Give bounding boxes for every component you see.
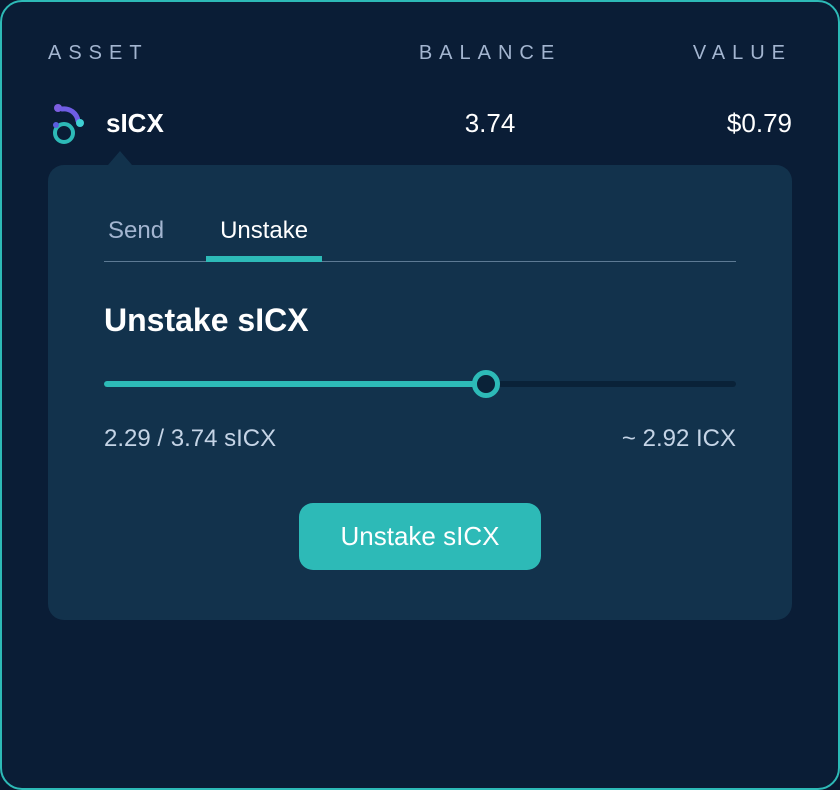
asset-panel: ASSET BALANCE VALUE sICX 3.74 $0.79 Send (0, 0, 840, 790)
tabs: Send Unstake (104, 205, 736, 262)
asset-balance: 3.74 (368, 108, 612, 139)
table-header: ASSET BALANCE VALUE (48, 42, 792, 65)
unstake-button[interactable]: Unstake sICX (299, 503, 542, 570)
slider-values: 2.29 / 3.74 sICX ~ 2.92 ICX (104, 425, 736, 453)
expand-arrow (108, 151, 792, 165)
amount-slider[interactable] (104, 369, 736, 399)
asset-name: sICX (106, 108, 164, 139)
equivalent-amount: ~ 2.92 ICX (622, 425, 736, 453)
tab-unstake[interactable]: Unstake (216, 205, 312, 261)
asset-value: $0.79 (612, 108, 792, 139)
expand-card: Send Unstake Unstake sICX 2.29 / 3.74 sI… (48, 165, 792, 620)
header-asset: ASSET (48, 42, 368, 65)
slider-thumb[interactable] (472, 370, 500, 398)
header-balance: BALANCE (368, 42, 612, 65)
sicx-icon (48, 101, 92, 145)
asset-row[interactable]: sICX 3.74 $0.79 (48, 101, 792, 145)
tab-send[interactable]: Send (104, 205, 168, 261)
header-value: VALUE (612, 42, 792, 65)
section-title: Unstake sICX (104, 302, 736, 339)
slider-fill (104, 381, 486, 387)
selected-amount: 2.29 / 3.74 sICX (104, 425, 276, 453)
